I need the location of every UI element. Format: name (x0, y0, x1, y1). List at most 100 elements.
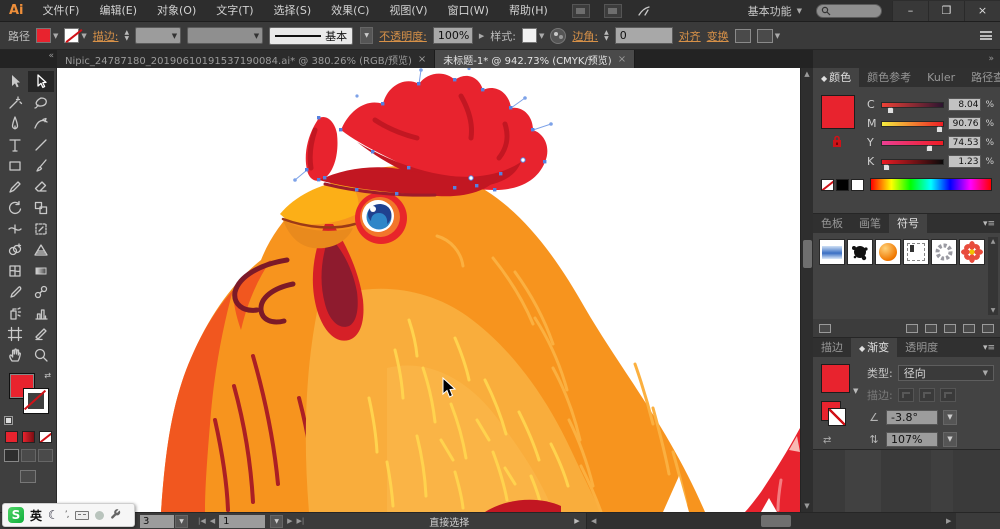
arrange-documents-icon[interactable] (604, 4, 622, 18)
white-swatch[interactable] (851, 179, 864, 191)
rectangle-tool[interactable] (2, 155, 28, 176)
zoom-tool[interactable] (28, 344, 54, 365)
screen-mode-button[interactable] (20, 470, 36, 483)
stroke-color-proxy[interactable] (24, 389, 48, 413)
symbol-dashed-frame[interactable] (903, 239, 929, 265)
opacity-field[interactable]: 100% (433, 27, 473, 44)
scroll-down-icon[interactable]: ▼ (991, 307, 996, 314)
none-mode-button[interactable] (39, 431, 52, 443)
default-fill-stroke-icon[interactable] (4, 416, 13, 425)
cyan-value-field[interactable]: 8.04 (948, 98, 981, 111)
eraser-tool[interactable] (28, 176, 54, 197)
chevron-down-icon[interactable]: ▼ (943, 432, 957, 447)
artboard-number-field[interactable]: 1 (219, 515, 265, 528)
search-input[interactable] (816, 4, 882, 18)
tab-color-guide[interactable]: 颜色参考 (859, 68, 919, 87)
lock-icon[interactable] (831, 135, 843, 151)
close-button[interactable]: × (964, 1, 1000, 21)
reverse-gradient-icon[interactable]: ⇄ (823, 435, 831, 446)
magic-wand-tool[interactable] (2, 92, 28, 113)
tab-stroke[interactable]: 描边 (813, 338, 851, 357)
scroll-down-icon[interactable]: ▼ (801, 500, 813, 512)
slice-tool[interactable] (28, 323, 54, 344)
artboard-dropdown-icon[interactable]: ▼ (270, 515, 283, 528)
artboard-tool[interactable] (2, 323, 28, 344)
brush-definition-dropdown[interactable]: 基本 (269, 27, 353, 45)
sogou-logo[interactable]: S (8, 507, 24, 523)
type-tool[interactable] (2, 134, 28, 155)
vertical-scrollbar[interactable]: ▲ ▼ (800, 68, 813, 512)
menu-select[interactable]: 选择(S) (264, 0, 322, 22)
fill-color-button[interactable]: ▼ (36, 28, 58, 43)
free-transform-tool[interactable] (28, 218, 54, 239)
select-similar-dropdown[interactable]: ▼ (757, 29, 780, 43)
zoom-level-field[interactable]: 3 (140, 515, 174, 528)
stroke-color-button[interactable]: ▼ (64, 28, 86, 43)
width-tool[interactable] (2, 218, 28, 239)
gradient-type-dropdown[interactable]: 径向▼ (898, 365, 994, 381)
artboard-canvas[interactable] (57, 68, 800, 512)
restore-button[interactable]: ❐ (928, 1, 964, 21)
magenta-slider[interactable] (881, 121, 944, 127)
corner-link[interactable]: 边角: (572, 28, 598, 44)
scroll-up-icon[interactable]: ▲ (991, 238, 996, 245)
fullwidth-moon-icon[interactable]: ☾ (48, 508, 59, 522)
rotate-tool[interactable] (2, 197, 28, 218)
horizontal-scrollbar[interactable]: ◀ ▶ (586, 513, 956, 529)
soft-keyboard-icon[interactable] (75, 511, 89, 520)
symbol-libraries-icon[interactable] (819, 324, 831, 333)
gradient-fill-swatch[interactable] (821, 364, 850, 393)
none-swatch[interactable] (821, 179, 834, 191)
symbol-swirl-ring[interactable] (931, 239, 957, 265)
chevron-down-icon[interactable]: ▼ (853, 387, 858, 395)
scroll-up-icon[interactable]: ▲ (801, 68, 813, 80)
panel-menu-icon[interactable]: ▾≡ (983, 343, 995, 353)
close-icon[interactable]: × (418, 54, 426, 65)
align-link[interactable]: 对齐 (679, 28, 701, 44)
width-profile-dropdown[interactable]: ▼ (187, 27, 263, 44)
pencil-tool[interactable] (2, 176, 28, 197)
input-language-toggle[interactable]: 英 (30, 507, 42, 524)
vertical-scroll-thumb[interactable] (803, 240, 812, 268)
stroke-panel-link[interactable]: 描边: (93, 28, 119, 44)
chevron-down-icon[interactable]: ▼ (943, 410, 957, 425)
black-value-field[interactable]: 1.23 (948, 155, 981, 168)
toolbox-dim-icon[interactable] (95, 511, 104, 520)
minimize-button[interactable]: – (892, 1, 928, 21)
direct-selection-tool[interactable] (28, 71, 54, 92)
menu-view[interactable]: 视图(V) (379, 0, 437, 22)
blend-tool[interactable] (28, 281, 54, 302)
menu-edit[interactable]: 编辑(E) (89, 0, 147, 22)
gesture-icon[interactable] (636, 4, 654, 18)
black-slider[interactable] (881, 159, 944, 165)
gradient-angle-field[interactable]: -3.8° (886, 410, 938, 425)
scroll-left-icon[interactable]: ◀ (587, 517, 601, 525)
opacity-link[interactable]: 不透明度: (379, 28, 427, 44)
tab-transparency[interactable]: 透明度 (897, 338, 946, 357)
close-icon[interactable]: × (618, 54, 626, 65)
brush-dropdown-button[interactable]: ▼ (360, 27, 373, 44)
lasso-tool[interactable] (28, 92, 54, 113)
draw-behind-button[interactable] (21, 449, 36, 462)
color-spectrum-bar[interactable] (870, 178, 992, 191)
corner-field[interactable]: 0 (615, 27, 673, 44)
yellow-value-field[interactable]: 74.53 (948, 136, 981, 149)
swap-fill-stroke-icon[interactable]: ⇄ (44, 371, 51, 380)
break-link-icon[interactable] (925, 324, 937, 333)
scroll-right-icon[interactable]: ▶ (942, 517, 956, 525)
draw-inside-button[interactable] (38, 449, 53, 462)
tab-color[interactable]: ◆颜色 (813, 68, 859, 87)
stroke-width-dropdown[interactable]: ▼ (135, 27, 181, 44)
mesh-tool[interactable] (2, 260, 28, 281)
tab-pathfinder[interactable]: 路径查找器 (963, 68, 1000, 87)
menu-object[interactable]: 对象(O) (147, 0, 206, 22)
gradient-aspect-field[interactable]: 107% (886, 432, 938, 447)
new-symbol-icon[interactable] (963, 324, 975, 333)
symbol-sprayer-tool[interactable] (2, 302, 28, 323)
gradient-mode-button[interactable] (22, 431, 35, 443)
menu-file[interactable]: 文件(F) (33, 0, 90, 22)
document-tab-2[interactable]: 未标题-1* @ 942.73% (CMYK/预览) × (435, 50, 635, 68)
symbol-options-icon[interactable] (944, 324, 956, 333)
selection-tool[interactable] (2, 71, 28, 92)
control-panel-menu-icon[interactable] (980, 31, 992, 40)
